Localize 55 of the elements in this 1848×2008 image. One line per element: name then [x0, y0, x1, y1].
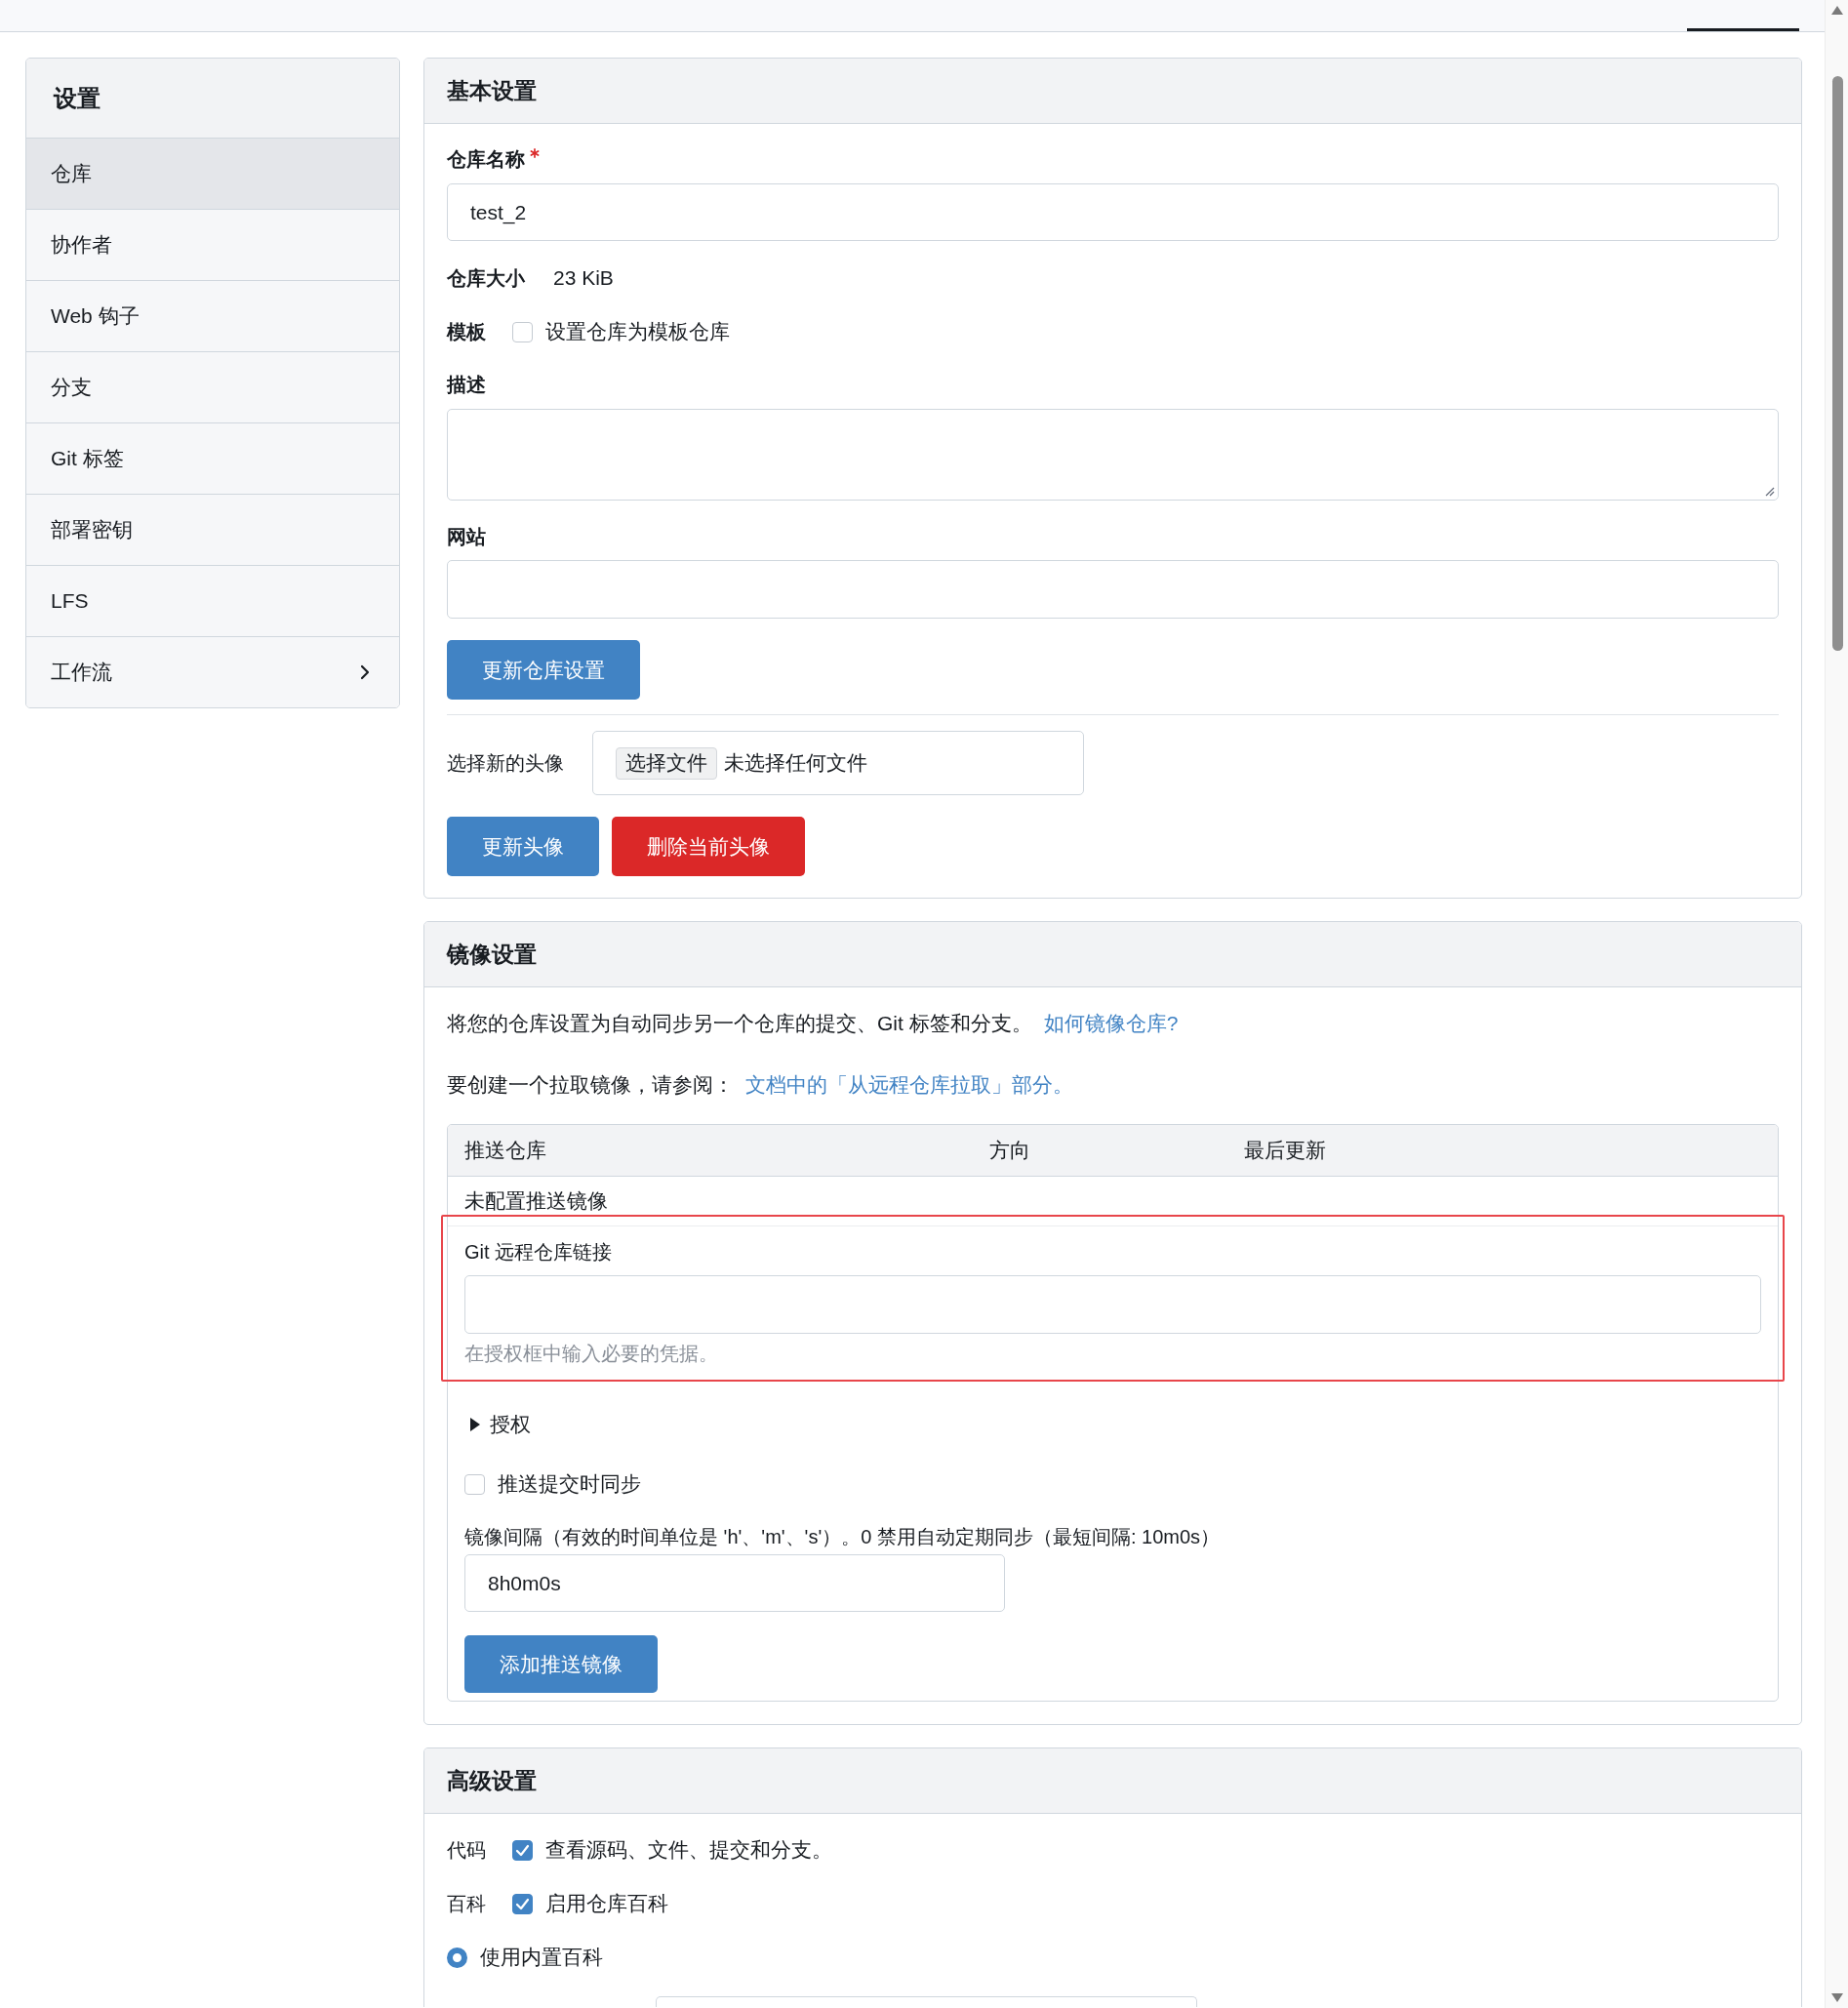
checkbox-label: 启用仓库百科 [545, 1891, 668, 1916]
textarea-field[interactable] [447, 409, 1779, 501]
column-header: 最后更新 [1244, 1138, 1326, 1163]
scrollbar-track[interactable] [1825, 0, 1848, 2008]
checkbox[interactable] [512, 1839, 533, 1861]
radio-label: 使用内置百科 [480, 1945, 603, 1970]
field-label: 仓库大小 [447, 266, 525, 291]
choose-file-button[interactable]: 选择文件 [616, 746, 717, 780]
column-header: 方向 [989, 1138, 1030, 1163]
file-input[interactable]: 选择文件 未选择任何文件 [592, 731, 1084, 795]
field-label: 模板 [447, 320, 487, 344]
checkbox-label: 查看源码、文件、提交和分支。 [545, 1837, 832, 1863]
field-label: 百科 [447, 1892, 487, 1916]
scroll-up-arrow-icon[interactable] [1830, 6, 1843, 15]
mirror-description: 将您的仓库设置为自动同步另一个仓库的提交、Git 标签和分支。 如何镜像仓库? [447, 1011, 1179, 1036]
checkbox-label: 推送提交时同步 [498, 1471, 641, 1497]
checkbox-label: 设置仓库为模板仓库 [545, 319, 730, 344]
field-label: 仓库名称 [447, 147, 525, 172]
text-input[interactable]: test_2 [447, 183, 1779, 241]
field-label: 选择新的头像 [447, 751, 565, 776]
empty-table-message: 未配置推送镜像 [448, 1177, 1778, 1226]
sidebar-title: 设置 [26, 59, 399, 139]
text-input[interactable] [656, 1996, 1197, 2007]
add-push-mirror-button[interactable]: 添加推送镜像 [464, 1635, 658, 1693]
section-header: 镜像设置 [424, 922, 1801, 987]
checkbox[interactable] [512, 321, 533, 342]
documentation-link[interactable]: 文档中的「从远程仓库拉取」部分。 [745, 1073, 1073, 1096]
sidebar-item[interactable]: 仓库 [26, 139, 399, 210]
file-status-text: 未选择任何文件 [724, 750, 867, 776]
checkbox[interactable] [464, 1473, 485, 1495]
column-header: 推送仓库 [464, 1138, 546, 1163]
section-header: 基本设置 [424, 59, 1801, 124]
help-text: 在授权框中输入必要的凭据。 [464, 1342, 718, 1366]
authorization-toggle[interactable]: 授权 [469, 1412, 531, 1437]
field-label: 代码 [447, 1838, 487, 1863]
field-label: 镜像间隔（有效的时间单位是 'h'、'm'、's'）。0 禁用自动定期同步（最短间隔: 10m0s） [464, 1525, 1221, 1549]
save-button[interactable]: 更新仓库设置 [447, 640, 640, 700]
radio-button[interactable] [447, 1947, 467, 1968]
field-value: 23 KiB [553, 265, 614, 291]
chevron-right-icon [360, 664, 370, 680]
update-avatar-button[interactable]: 更新头像 [447, 817, 599, 876]
field-label: Git 远程仓库链接 [464, 1240, 613, 1265]
text-input[interactable] [464, 1275, 1761, 1334]
scrollbar-thumb[interactable] [1831, 76, 1843, 651]
scroll-down-arrow-icon[interactable] [1830, 1993, 1843, 2002]
section-header: 高级设置 [424, 1748, 1801, 1814]
mirror-help-link[interactable]: 如何镜像仓库? [1043, 1012, 1179, 1034]
text-input[interactable]: 8h0m0s [464, 1554, 1005, 1612]
checkbox[interactable] [512, 1893, 533, 1914]
field-label: 描述 [447, 373, 486, 397]
delete-avatar-button[interactable]: 删除当前头像 [612, 817, 805, 876]
text-input[interactable] [447, 560, 1779, 619]
field-label: 网站 [447, 525, 486, 549]
resize-handle-icon[interactable] [1765, 487, 1775, 497]
pull-mirror-note: 要创建一个拉取镜像，请参阅： 文档中的「从远程仓库拉取」部分。 [447, 1072, 1073, 1098]
